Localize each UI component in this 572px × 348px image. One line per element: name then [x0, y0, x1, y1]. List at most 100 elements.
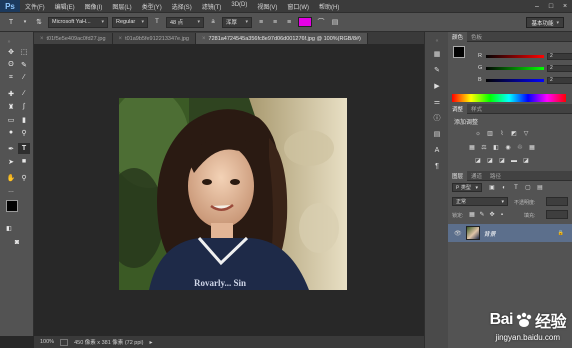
- dropdown-arrow-icon[interactable]: ▾: [20, 17, 30, 27]
- close-tab-icon[interactable]: ×: [202, 36, 206, 42]
- green-slider[interactable]: G 2: [478, 64, 572, 72]
- hand-tool-icon[interactable]: ✋: [5, 172, 17, 183]
- maximize-button[interactable]: □: [544, 0, 558, 12]
- invert-icon[interactable]: ◪: [474, 157, 482, 164]
- dodge-tool-icon[interactable]: ⚲: [18, 127, 30, 138]
- align-center-icon[interactable]: ≡: [270, 17, 280, 27]
- status-menu-arrow-icon[interactable]: ▸: [149, 339, 152, 346]
- type-tool-icon[interactable]: T: [18, 143, 30, 154]
- align-right-icon[interactable]: ≡: [284, 17, 294, 27]
- lock-position-icon[interactable]: ✥: [488, 211, 496, 218]
- tool-presets-icon[interactable]: ▤: [431, 128, 443, 140]
- lock-transparent-icon[interactable]: ▦: [468, 211, 476, 218]
- curves-icon[interactable]: ⌇: [498, 130, 506, 137]
- font-size-select[interactable]: 48 点 ▾: [166, 16, 204, 28]
- filter-adjustment-icon[interactable]: ◐: [500, 184, 508, 191]
- menu-item[interactable]: 3D(D): [226, 2, 252, 11]
- marquee-tool-icon[interactable]: ⬚: [18, 46, 30, 57]
- paragraph-panel-icon[interactable]: ¶: [431, 160, 443, 172]
- eraser-tool-icon[interactable]: ▭: [5, 114, 17, 125]
- text-color-swatch[interactable]: [298, 17, 312, 27]
- red-track[interactable]: [486, 54, 544, 58]
- rectangle-tool-icon[interactable]: ■: [18, 156, 30, 167]
- layer-row-background[interactable]: 👁 背景 🔒: [448, 224, 572, 242]
- filter-shape-icon[interactable]: ▢: [524, 184, 532, 191]
- photo-filter-icon[interactable]: ◉: [504, 144, 512, 151]
- menu-item[interactable]: 窗口(W): [282, 2, 314, 11]
- brush-tool-icon[interactable]: ∕: [18, 88, 30, 99]
- blue-track[interactable]: [486, 78, 544, 82]
- document-tab[interactable]: × t01f5e5e409ac0fd27.jpg: [34, 33, 113, 44]
- blue-slider[interactable]: B 2: [478, 76, 572, 84]
- collapse-icon[interactable]: «: [431, 35, 443, 47]
- zoom-tool-icon[interactable]: ⚲: [18, 172, 30, 183]
- layer-kind-filter[interactable]: ρ 类型 ▾: [452, 183, 482, 192]
- fill-field[interactable]: [546, 210, 568, 219]
- color-balance-icon[interactable]: ⚖: [480, 144, 488, 151]
- gradient-map-icon[interactable]: ▬: [510, 157, 518, 164]
- menu-item[interactable]: 视图(V): [252, 2, 282, 11]
- font-family-select[interactable]: Microsoft YaH... ▾: [48, 16, 108, 28]
- blend-mode-select[interactable]: 正常 ▾: [452, 197, 508, 206]
- actions-panel-icon[interactable]: ▶: [431, 80, 443, 92]
- zoom-level[interactable]: 100%: [40, 339, 54, 345]
- history-brush-tool-icon[interactable]: ∫: [18, 101, 30, 112]
- close-tab-icon[interactable]: ×: [119, 36, 123, 42]
- menu-item[interactable]: 图像(I): [80, 2, 108, 11]
- healing-brush-tool-icon[interactable]: ✚: [5, 88, 17, 99]
- tab-swatches[interactable]: 色板: [467, 32, 486, 42]
- black-white-icon[interactable]: ◧: [492, 144, 500, 151]
- eyedropper-tool-icon[interactable]: ⁄: [18, 72, 30, 83]
- menu-item[interactable]: 帮助(H): [314, 2, 344, 11]
- font-style-select[interactable]: Regular ▾: [112, 16, 148, 28]
- clone-stamp-tool-icon[interactable]: ♜: [5, 101, 17, 112]
- red-slider[interactable]: R 2: [478, 52, 572, 60]
- green-value[interactable]: 2: [547, 64, 572, 72]
- threshold-icon[interactable]: ◪: [498, 157, 506, 164]
- posterize-icon[interactable]: ◪: [486, 157, 494, 164]
- channel-mixer-icon[interactable]: ♲: [516, 144, 524, 151]
- text-orientation-icon[interactable]: ⇅: [34, 17, 44, 27]
- menu-item[interactable]: 类型(Y): [137, 2, 167, 11]
- align-left-icon[interactable]: ≡: [256, 17, 266, 27]
- menu-item[interactable]: 选择(S): [167, 2, 197, 11]
- document-photo[interactable]: Rovarly... Sin: [119, 98, 347, 290]
- tab-styles[interactable]: 样式: [467, 104, 486, 114]
- move-tool-icon[interactable]: ✥: [5, 46, 17, 57]
- warp-text-icon[interactable]: ⌒: [316, 17, 326, 27]
- antialias-select[interactable]: 浑厚 ▾: [222, 16, 252, 28]
- gradient-tool-icon[interactable]: ▮: [18, 114, 30, 125]
- menu-item[interactable]: 滤镜(T): [197, 2, 227, 11]
- lock-all-icon[interactable]: ▪: [498, 211, 506, 218]
- green-track[interactable]: [486, 66, 544, 70]
- blue-value[interactable]: 2: [547, 76, 572, 84]
- visibility-eye-icon[interactable]: 👁: [454, 230, 462, 237]
- properties-panel-icon[interactable]: ⚌: [431, 96, 443, 108]
- workspace-switcher[interactable]: 基本功能 ▾: [526, 17, 564, 28]
- path-select-tool-icon[interactable]: ➤: [5, 156, 17, 167]
- color-spectrum-bar[interactable]: [452, 94, 566, 102]
- crop-tool-icon[interactable]: ⌗: [5, 72, 17, 83]
- tab-adjustments[interactable]: 调整: [448, 103, 468, 114]
- more-tools-icon[interactable]: …: [5, 185, 17, 196]
- history-panel-icon[interactable]: ▦: [431, 48, 443, 60]
- foreground-color-swatch[interactable]: [453, 46, 465, 58]
- filter-type-icon[interactable]: T: [512, 184, 520, 191]
- text-tool-preset-icon[interactable]: T: [6, 17, 16, 27]
- foreground-color-swatch[interactable]: [6, 200, 18, 212]
- vibrance-icon[interactable]: ▽: [522, 130, 530, 137]
- tab-paths[interactable]: 路径: [486, 171, 505, 181]
- character-panel-icon[interactable]: ▤: [330, 17, 340, 27]
- menu-item[interactable]: 编辑(E): [50, 2, 80, 11]
- opacity-field[interactable]: [546, 197, 568, 206]
- info-panel-icon[interactable]: ⓘ: [431, 112, 443, 124]
- exposure-icon[interactable]: ◩: [510, 130, 518, 137]
- blur-tool-icon[interactable]: ●: [5, 127, 17, 138]
- quick-mask-icon[interactable]: ◙: [11, 237, 23, 248]
- hue-saturation-icon[interactable]: ▦: [468, 144, 476, 151]
- tab-color[interactable]: 颜色: [448, 31, 468, 42]
- close-tab-icon[interactable]: ×: [40, 36, 44, 42]
- document-tab-active[interactable]: × 7281a4724545a356fc8e97d06d001276f.jpg @…: [196, 33, 368, 44]
- default-colors-icon[interactable]: ◧: [3, 223, 15, 234]
- levels-icon[interactable]: ▥: [486, 130, 494, 137]
